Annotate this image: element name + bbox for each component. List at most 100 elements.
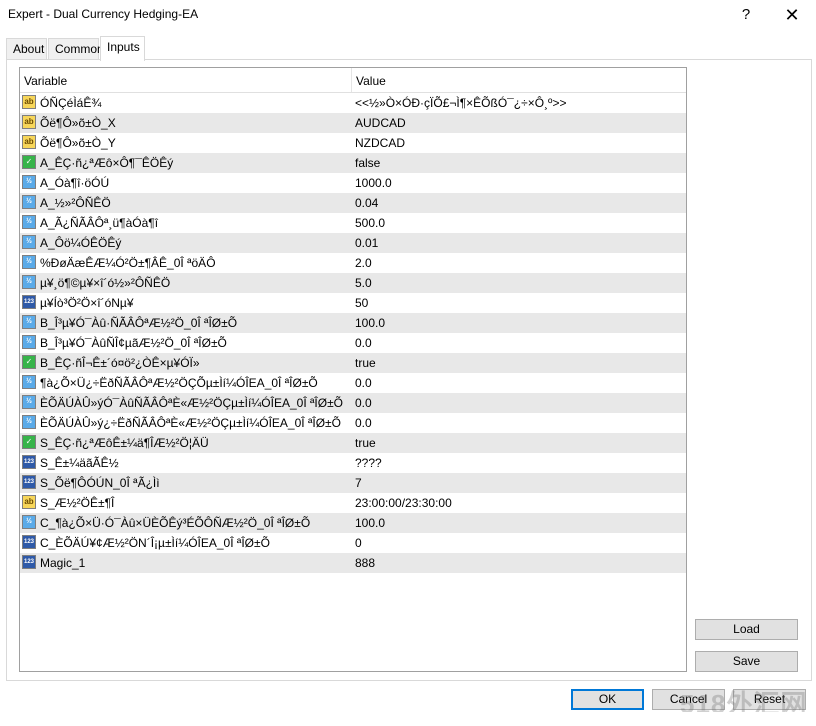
variable-value[interactable]: 7 bbox=[355, 476, 362, 490]
variable-name: C_¶à¿Õ×Ü·Ó¯Àû×ÜÈÕÊý³ÉÕÔÑÆ½²Ö_0Î ªÎØ±Õ bbox=[40, 516, 311, 530]
variable-value[interactable]: 0 bbox=[355, 536, 362, 550]
grid-row[interactable]: ½ B_Î³µ¥Ó¯ÀûÑÎ¢µãÆ½²Ö_0Î ªÎØ±Õ 0.0 bbox=[20, 333, 686, 353]
grid-row[interactable]: ½ B_Î³µ¥Ó¯Àû·ÑÃÂÔªÆ½²Ö_0Î ªÎØ±Õ 100.0 bbox=[20, 313, 686, 333]
double-type-icon: ½ bbox=[22, 315, 36, 329]
window-title: Expert - Dual Currency Hedging-EA bbox=[8, 7, 199, 21]
grid-row[interactable]: ½ C_¶à¿Õ×Ü·Ó¯Àû×ÜÈÕÊý³ÉÕÔÑÆ½²Ö_0Î ªÎØ±Õ 10… bbox=[20, 513, 686, 533]
double-type-icon: ½ bbox=[22, 235, 36, 249]
variable-name: µ¥Íò³Ö²Ö×î´óNµ¥ bbox=[40, 296, 134, 310]
grid-row[interactable]: 123 Magic_1 888 bbox=[20, 553, 686, 573]
boolean-type-icon: ✓ bbox=[22, 155, 36, 169]
grid-row[interactable]: ab Õë¶Ô»õ±Ò_Y NZDCAD bbox=[20, 133, 686, 153]
variable-value[interactable]: 50 bbox=[355, 296, 368, 310]
variable-value[interactable]: 2.0 bbox=[355, 256, 372, 270]
variable-value[interactable]: 0.01 bbox=[355, 236, 378, 250]
inputs-grid: Variable Value ab ÓÑÇéÌáÊ¾ <<½»Ò×ÓÐ·çÏÕ£¬Ì… bbox=[19, 67, 687, 672]
variable-value[interactable]: 100.0 bbox=[355, 316, 385, 330]
variable-value[interactable]: 0.0 bbox=[355, 416, 372, 430]
double-type-icon: ½ bbox=[22, 375, 36, 389]
variable-value[interactable]: <<½»Ò×ÓÐ·çÏÕ£¬Ì¶×ÊÕßÓ¯¿÷×Ô¸º>> bbox=[355, 96, 566, 110]
integer-type-icon: 123 bbox=[22, 475, 36, 489]
grid-row[interactable]: ab Õë¶Ô»õ±Ò_X AUDCAD bbox=[20, 113, 686, 133]
variable-name: ¶à¿Õ×Ü¿÷ËðÑÃÂÔªÆ½²ÖÇÕµ±Ìí¼ÓÎEA_0Î ªÎØ±Õ bbox=[40, 376, 318, 390]
help-button[interactable]: ? bbox=[734, 4, 758, 26]
variable-value[interactable]: 0.04 bbox=[355, 196, 378, 210]
variable-name: A_Ã¿ÑÃÂÔª¸ü¶àÓà¶î bbox=[40, 216, 159, 230]
variable-name: S_ÊÇ·ñ¿ªÆôÊ±¼ä¶ÎÆ½²Ö¦ÄÜ bbox=[40, 436, 209, 450]
grid-row[interactable]: ½ µ¥¸ö¶©µ¥×î´ó½»²ÔÑÊÖ 5.0 bbox=[20, 273, 686, 293]
grid-row[interactable]: ✓ S_ÊÇ·ñ¿ªÆôÊ±¼ä¶ÎÆ½²Ö¦ÄÜ true bbox=[20, 433, 686, 453]
integer-type-icon: 123 bbox=[22, 535, 36, 549]
variable-value[interactable]: 500.0 bbox=[355, 216, 385, 230]
ok-button[interactable]: OK bbox=[571, 689, 644, 710]
grid-row[interactable]: ½ A_Ôö¼ÓÊÖÊý 0.01 bbox=[20, 233, 686, 253]
string-type-icon: ab bbox=[22, 115, 36, 129]
string-type-icon: ab bbox=[22, 495, 36, 509]
double-type-icon: ½ bbox=[22, 395, 36, 409]
variable-value[interactable]: 0.0 bbox=[355, 336, 372, 350]
variable-name: ÈÕÄÚÀÛ»ýÓ¯ÀûÑÃÂÔªÈ«Æ½²ÖÇµ±Ìí¼ÓÎEA_0Î ªÎØ… bbox=[40, 396, 344, 410]
variable-name: Õë¶Ô»õ±Ò_X bbox=[40, 116, 116, 130]
grid-row[interactable]: ½ %ÐøÄæÊÆ¼Ó²Ö±¶ÂÊ_0Î ªöÄÔ 2.0 bbox=[20, 253, 686, 273]
variable-value[interactable]: false bbox=[355, 156, 380, 170]
variable-name: S_Ê±¼äãÃÊ½ bbox=[40, 456, 119, 470]
grid-row[interactable]: 123 µ¥Íò³Ö²Ö×î´óNµ¥ 50 bbox=[20, 293, 686, 313]
variable-name: %ÐøÄæÊÆ¼Ó²Ö±¶ÂÊ_0Î ªöÄÔ bbox=[40, 256, 216, 270]
title-bar: Expert - Dual Currency Hedging-EA ? ✕ bbox=[0, 0, 816, 30]
variable-value[interactable]: AUDCAD bbox=[355, 116, 406, 130]
variable-name: Õë¶Ô»õ±Ò_Y bbox=[40, 136, 116, 150]
grid-row[interactable]: ½ ÈÕÄÚÀÛ»ý¿÷ËðÑÃÂÔªÈ«Æ½²ÖÇµ±Ìí¼ÓÎEA_0Î ªÎ… bbox=[20, 413, 686, 433]
variable-name: S_Æ½²ÖÊ±¶Î bbox=[40, 496, 115, 510]
variable-value[interactable]: 888 bbox=[355, 556, 375, 570]
grid-row[interactable]: ab S_Æ½²ÖÊ±¶Î 23:00:00/23:30:00 bbox=[20, 493, 686, 513]
double-type-icon: ½ bbox=[22, 175, 36, 189]
integer-type-icon: 123 bbox=[22, 295, 36, 309]
variable-value[interactable]: 100.0 bbox=[355, 516, 385, 530]
double-type-icon: ½ bbox=[22, 275, 36, 289]
variable-name: A_ÊÇ·ñ¿ªÆô×Ô¶¯ÊÖÊý bbox=[40, 156, 174, 170]
variable-column-header[interactable]: Variable bbox=[24, 74, 67, 88]
grid-row[interactable]: ½ A_Óà¶î·öÓÚ 1000.0 bbox=[20, 173, 686, 193]
variable-value[interactable]: 1000.0 bbox=[355, 176, 392, 190]
variable-value[interactable]: 0.0 bbox=[355, 396, 372, 410]
tab-common[interactable]: Common bbox=[48, 38, 104, 59]
double-type-icon: ½ bbox=[22, 415, 36, 429]
variable-name: ÓÑÇéÌáÊ¾ bbox=[40, 96, 102, 110]
variable-value[interactable]: ???? bbox=[355, 456, 382, 470]
string-type-icon: ab bbox=[22, 95, 36, 109]
double-type-icon: ½ bbox=[22, 195, 36, 209]
double-type-icon: ½ bbox=[22, 215, 36, 229]
integer-type-icon: 123 bbox=[22, 455, 36, 469]
variable-value[interactable]: true bbox=[355, 436, 376, 450]
grid-row[interactable]: ½ ÈÕÄÚÀÛ»ýÓ¯ÀûÑÃÂÔªÈ«Æ½²ÖÇµ±Ìí¼ÓÎEA_0Î ªÎ… bbox=[20, 393, 686, 413]
integer-type-icon: 123 bbox=[22, 555, 36, 569]
background-strip bbox=[0, 712, 816, 726]
variable-name: ÈÕÄÚÀÛ»ý¿÷ËðÑÃÂÔªÈ«Æ½²ÖÇµ±Ìí¼ÓÎEA_0Î ªÎØ… bbox=[40, 416, 341, 430]
grid-row[interactable]: ab ÓÑÇéÌáÊ¾ <<½»Ò×ÓÐ·çÏÕ£¬Ì¶×ÊÕßÓ¯¿÷×Ô¸º>> bbox=[20, 93, 686, 113]
double-type-icon: ½ bbox=[22, 335, 36, 349]
variable-name: A_½»²ÔÑÊÖ bbox=[40, 196, 111, 210]
tab-about[interactable]: About bbox=[6, 38, 47, 59]
variable-value[interactable]: true bbox=[355, 356, 376, 370]
grid-row[interactable]: ✓ A_ÊÇ·ñ¿ªÆô×Ô¶¯ÊÖÊý false bbox=[20, 153, 686, 173]
grid-row[interactable]: ½ A_Ã¿ÑÃÂÔª¸ü¶àÓà¶î 500.0 bbox=[20, 213, 686, 233]
save-button[interactable]: Save bbox=[695, 651, 798, 672]
grid-row[interactable]: ✓ B_ÊÇ·ñÎ¬Ê±´ó¤ö²¿ÒÊ×µ¥ÓÏ» true bbox=[20, 353, 686, 373]
column-separator[interactable] bbox=[351, 68, 352, 92]
grid-row[interactable]: ½ ¶à¿Õ×Ü¿÷ËðÑÃÂÔªÆ½²ÖÇÕµ±Ìí¼ÓÎEA_0Î ªÎØ±Õ… bbox=[20, 373, 686, 393]
close-icon[interactable]: ✕ bbox=[780, 4, 804, 26]
load-button[interactable]: Load bbox=[695, 619, 798, 640]
grid-row[interactable]: ½ A_½»²ÔÑÊÖ 0.04 bbox=[20, 193, 686, 213]
variable-name: C_ÈÕÄÚ¥¢Æ½²ÖN´Î¡µ±Ìí¼ÓÎEA_0Î ªÎØ±Õ bbox=[40, 536, 270, 550]
variable-name: B_Î³µ¥Ó¯Àû·ÑÃÂÔªÆ½²Ö_0Î ªÎØ±Õ bbox=[40, 316, 238, 330]
variable-value[interactable]: NZDCAD bbox=[355, 136, 405, 150]
grid-row[interactable]: 123 S_Ê±¼äãÃÊ½???? bbox=[20, 453, 686, 473]
grid-row[interactable]: 123 S_Õë¶ÔÓÚN_0Î ªÃ¿Ìì 7 bbox=[20, 473, 686, 493]
variable-value[interactable]: 23:00:00/23:30:00 bbox=[355, 496, 452, 510]
string-type-icon: ab bbox=[22, 135, 36, 149]
variable-value[interactable]: 0.0 bbox=[355, 376, 372, 390]
variable-value[interactable]: 5.0 bbox=[355, 276, 372, 290]
tab-inputs[interactable]: Inputs bbox=[100, 36, 145, 61]
value-column-header[interactable]: Value bbox=[356, 74, 386, 88]
grid-row[interactable]: 123 C_ÈÕÄÚ¥¢Æ½²ÖN´Î¡µ±Ìí¼ÓÎEA_0Î ªÎØ±Õ 0 bbox=[20, 533, 686, 553]
